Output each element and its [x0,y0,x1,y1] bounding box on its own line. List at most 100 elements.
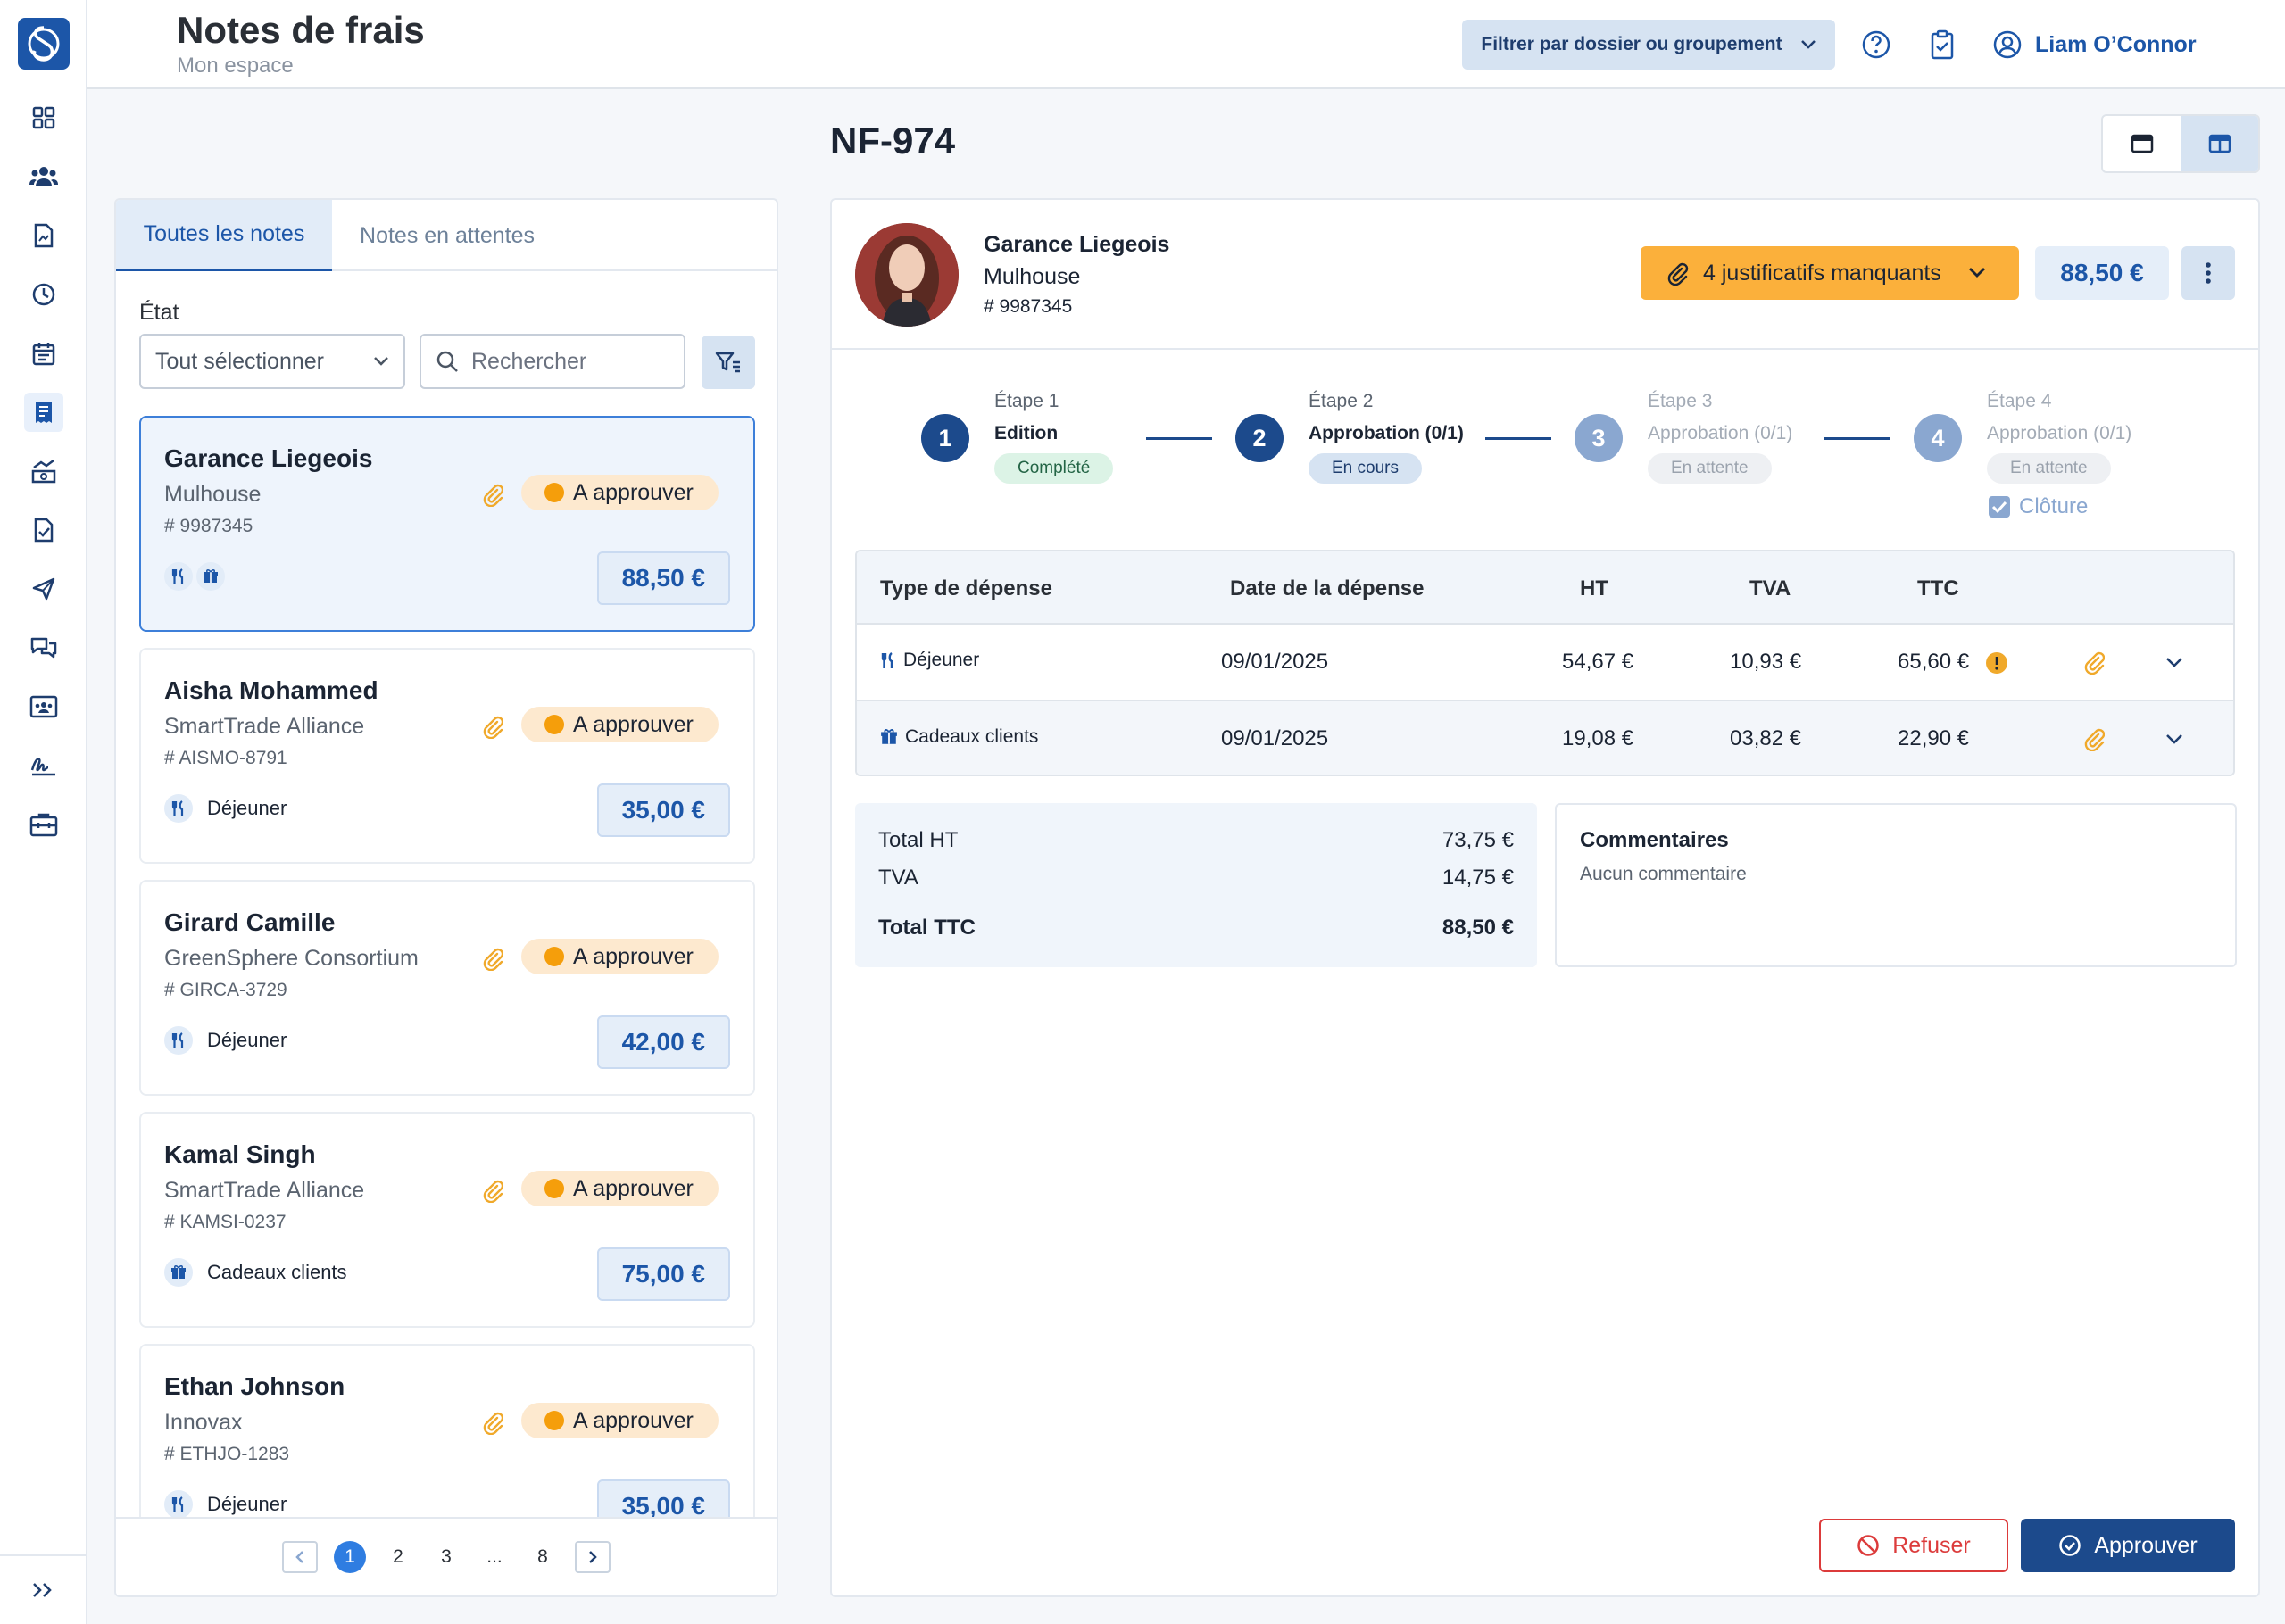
status-text: A approuver [573,1176,694,1201]
advanced-filter-button[interactable] [702,336,755,389]
expense-table: Type de dépense Date de la dépense HT TV… [855,550,2235,776]
total-ttc-label: Total TTC [878,916,976,940]
calendar-icon[interactable] [24,334,63,373]
expand-sidebar-button[interactable] [0,1554,86,1624]
card-categories: Cadeaux clients [164,1258,347,1287]
top-header: Notes de frais Mon espace Filtrer par do… [87,0,2285,89]
clock-icon[interactable] [24,275,63,314]
card-amount: 35,00 € [596,783,730,837]
table-row[interactable]: Cadeaux clients 09/01/2025 19,08 € 03,82… [857,700,2233,775]
user-name: Liam O’Connor [2035,31,2197,57]
cloture-checkbox[interactable]: Clôture [1987,494,2088,519]
folder-filter-dropdown[interactable]: Filtrer par dossier ou groupement [1462,20,1835,70]
approve-button[interactable]: Approuver [2021,1519,2235,1572]
step-1-status: Complété [994,453,1114,484]
paperclip-icon [483,1412,503,1435]
next-page-button[interactable] [575,1541,611,1573]
card-category: Déjeuner [207,1029,287,1051]
expense-receipt-icon[interactable] [24,393,63,432]
status-text: A approuver [573,480,694,505]
step-1-label: Étape 1 [994,391,1059,411]
help-icon[interactable] [1857,25,1896,64]
chat-icon[interactable] [24,628,63,667]
page-8[interactable]: 8 [527,1541,559,1573]
note-card[interactable]: Girard Camille GreenSphere Consortium # … [139,880,755,1096]
prev-page-button[interactable] [282,1541,318,1573]
step-connector [1146,437,1212,440]
person-id: # 9987345 [984,296,1073,317]
page-2[interactable]: 2 [382,1541,414,1573]
team-card-icon[interactable] [24,687,63,726]
expense-ht: 54,67 € [1562,650,1634,674]
folder-filter-label: Filtrer par dossier ou groupement [1481,34,1782,54]
checklist-doc-icon[interactable] [24,510,63,550]
finance-chart-icon[interactable] [24,452,63,491]
card-name: Garance Liegeois [164,444,373,472]
missing-receipts-button[interactable]: 4 justificatifs manquants [1641,246,2019,300]
page-subtitle: Mon espace [177,54,294,78]
card-org: SmartTrade Alliance [164,1178,365,1203]
clipboard-check-icon[interactable] [1923,25,1962,64]
note-card[interactable]: Aisha Mohammed SmartTrade Alliance # AIS… [139,648,755,864]
send-icon[interactable] [24,569,63,609]
step-4-name: Approbation (0/1) [1987,423,2132,443]
more-options-button[interactable] [2181,246,2235,300]
refuse-button[interactable]: Refuser [1819,1519,2008,1572]
table-row[interactable]: Déjeuner 09/01/2025 54,67 € 10,93 € 65,6… [857,625,2233,700]
step-3-status: En attente [1648,453,1772,484]
comments-box: Commentaires Aucun commentaire [1555,803,2237,967]
approve-label: Approuver [2094,1532,2198,1558]
sidebar [0,0,87,1624]
attachment-icon[interactable] [2083,726,2105,751]
refuse-label: Refuser [1892,1532,1971,1558]
app-logo[interactable] [18,18,70,70]
user-menu[interactable]: Liam O’Connor [1992,25,2197,64]
card-org: SmartTrade Alliance [164,714,365,739]
kebab-menu-icon [2206,262,2211,284]
state-select[interactable]: Tout sélectionner [139,334,405,389]
card-id: # GIRCA-3729 [164,980,287,1000]
table-header: Type de dépense Date de la dépense HT TV… [857,551,2233,625]
note-card[interactable]: Kamal Singh SmartTrade Alliance # KAMSI-… [139,1112,755,1328]
fork-knife-icon [164,1026,193,1055]
step-2-label: Étape 2 [1309,391,1374,411]
search-input[interactable]: Rechercher [420,334,686,389]
paperclip-icon [483,716,503,739]
col-date: Date de la dépense [1230,576,1425,601]
dashboard-icon[interactable] [24,98,63,137]
chevron-down-icon[interactable] [2165,733,2183,746]
person-name: Garance Liegeois [984,232,1170,257]
signature-icon[interactable] [24,746,63,785]
page-3[interactable]: 3 [430,1541,462,1573]
fork-knife-icon [164,1490,193,1519]
users-icon[interactable] [24,157,63,196]
status-badge: A approuver [521,1403,719,1438]
tva-value: 14,75 € [1442,866,1514,890]
card-amount: 42,00 € [596,1015,730,1069]
single-view-button[interactable] [2103,116,2181,171]
note-card[interactable]: Garance Liegeois Mulhouse # 9987345 A ap… [139,416,755,632]
step-2-number: 2 [1235,414,1284,462]
toolbox-icon[interactable] [24,805,63,844]
check-circle-icon [2059,1535,2081,1556]
col-tva: TVA [1749,576,1791,601]
chevron-down-icon[interactable] [2165,657,2183,669]
avatar [855,223,959,327]
expense-date: 09/01/2025 [1221,726,1329,750]
notes-list-panel: Toutes les notes Notes en attentes État … [114,198,778,1597]
step-4-number: 4 [1914,414,1962,462]
single-panel-icon [2131,134,2153,153]
attachment-icon[interactable] [2083,650,2105,675]
tab-pending-notes[interactable]: Notes en attentes [332,200,562,271]
page-1[interactable]: 1 [334,1541,366,1573]
step-connector [1485,437,1551,440]
split-panel-icon [2208,134,2231,153]
split-view-button[interactable] [2181,116,2258,171]
card-categories: Déjeuner [164,1026,287,1055]
card-id: # KAMSI-0237 [164,1212,287,1232]
step-4-status: En attente [1987,453,2111,484]
document-icon[interactable] [24,216,63,255]
expense-tva: 10,93 € [1730,650,1802,674]
tab-all-notes[interactable]: Toutes les notes [116,200,332,271]
card-amount: 88,50 € [596,551,730,605]
